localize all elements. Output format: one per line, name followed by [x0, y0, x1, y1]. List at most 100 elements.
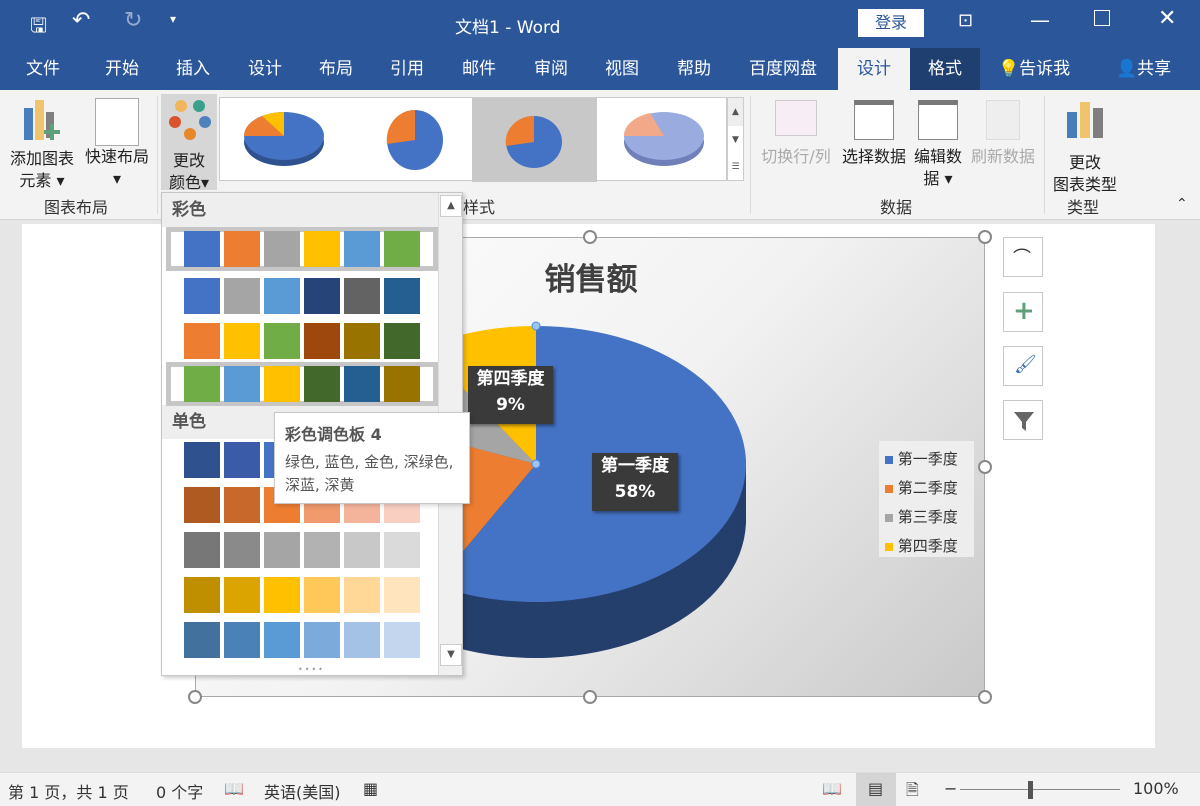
zoom-out-button[interactable]: −	[944, 779, 957, 798]
data-label-q4[interactable]: 第四季度 9%	[468, 366, 553, 424]
edit-data-label2: 据	[923, 169, 940, 188]
color-swatch	[224, 487, 260, 523]
color-swatch	[344, 231, 380, 267]
tab-help[interactable]: 帮助	[673, 48, 715, 90]
resize-handle-bottom[interactable]	[583, 690, 597, 704]
chart-filters-button[interactable]	[1003, 400, 1043, 440]
colorful-palette-2[interactable]	[166, 272, 438, 316]
collapse-ribbon-icon[interactable]: ⌃	[1176, 196, 1188, 212]
language[interactable]: 英语(美国)	[264, 779, 341, 803]
page-count[interactable]: 第 1 页，共 1 页	[8, 779, 129, 803]
print-layout-button[interactable]: ▤	[856, 773, 896, 806]
edit-data-icon	[918, 100, 958, 140]
resize-handle-top-right[interactable]	[978, 230, 992, 244]
color-swatch	[384, 278, 420, 314]
share-button[interactable]: 👤共享	[1112, 48, 1175, 90]
slice-selection-handle[interactable]	[531, 321, 541, 331]
style-thumb-2	[386, 109, 443, 170]
resize-handle-bottom-left[interactable]	[188, 690, 202, 704]
resize-handle-top[interactable]	[583, 230, 597, 244]
color-swatch	[264, 622, 300, 658]
colorful-palette-3[interactable]	[166, 317, 438, 361]
tab-insert[interactable]: 插入	[172, 48, 214, 90]
refresh-data-label: 刷新数据	[970, 147, 1035, 166]
change-color-label1: 更改	[172, 151, 205, 170]
refresh-data-button[interactable]: 刷新数据	[966, 100, 1040, 168]
color-swatch	[224, 323, 260, 359]
color-swatch	[184, 366, 220, 402]
add-chart-element-icon	[24, 100, 60, 140]
zoom-slider[interactable]	[960, 789, 1120, 790]
customize-qat-icon[interactable]: ▾	[170, 12, 176, 26]
chart-legend[interactable]: 第一季度 第二季度 第三季度 第四季度	[879, 441, 974, 557]
change-colors-button[interactable]: 更改 颜色▾	[161, 94, 217, 192]
tab-layout[interactable]: 布局	[315, 48, 357, 90]
maximize-icon[interactable]	[1094, 10, 1110, 26]
macro-icon[interactable]: ▦	[363, 779, 378, 798]
resize-grip-icon[interactable]: ••••	[298, 665, 325, 674]
monochromatic-palette-5[interactable]	[166, 616, 438, 660]
switch-row-column-button[interactable]: 切换行/列	[756, 100, 836, 168]
proofing-icon[interactable]: 📖	[224, 779, 244, 798]
scroll-down-icon[interactable]: ▼	[440, 644, 462, 666]
legend-item-q4: 第四季度	[885, 532, 968, 561]
tell-me[interactable]: 💡告诉我	[994, 48, 1074, 90]
layout-options-button[interactable]: ⌒	[1003, 237, 1043, 277]
colorful-palette-1[interactable]	[166, 227, 438, 271]
plus-icon: +	[1013, 296, 1035, 326]
data-label-q1[interactable]: 第一季度 58%	[592, 453, 678, 511]
quick-layout-button[interactable]: 快速布局 ▾	[80, 98, 154, 190]
monochromatic-palette-3[interactable]	[166, 526, 438, 570]
zoom-slider-thumb[interactable]	[1028, 781, 1033, 799]
undo-icon[interactable]: ↶	[72, 8, 90, 33]
gallery-scroll[interactable]: ▲ ▼ ☰	[727, 97, 744, 181]
resize-handle-right[interactable]	[978, 460, 992, 474]
color-swatch	[264, 532, 300, 568]
chart-style-thumbnails[interactable]	[220, 98, 728, 182]
brush-icon: 🖌	[1014, 354, 1037, 375]
ribbon-tabs: 文件 开始 插入 设计 布局 引用 邮件 审阅 视图 帮助 百度网盘 设计 格式…	[0, 48, 1200, 90]
chart-styles-button[interactable]: 🖌	[1003, 346, 1043, 386]
close-icon[interactable]: ✕	[1158, 6, 1176, 31]
tab-design[interactable]: 设计	[244, 48, 286, 90]
read-mode-icon[interactable]: 📖	[822, 779, 842, 798]
color-swatch	[344, 532, 380, 568]
tooltip-description: 绿色, 蓝色, 金色, 深绿色, 深蓝, 深黄	[285, 453, 454, 494]
color-swatch	[304, 278, 340, 314]
slice-selection-handle[interactable]	[531, 459, 541, 469]
login-button[interactable]: 登录	[858, 9, 924, 37]
chart-elements-button[interactable]: +	[1003, 292, 1043, 332]
tab-references[interactable]: 引用	[386, 48, 428, 90]
zoom-level[interactable]: 100%	[1133, 779, 1179, 798]
tab-mailings[interactable]: 邮件	[458, 48, 500, 90]
resize-handle-bottom-right[interactable]	[978, 690, 992, 704]
tab-home[interactable]: 开始	[101, 48, 143, 90]
refresh-data-icon	[986, 100, 1020, 140]
select-data-button[interactable]: 选择数据	[838, 100, 910, 168]
redo-icon[interactable]: ↻	[124, 8, 142, 33]
tab-chart-design[interactable]: 设计	[838, 48, 910, 90]
save-icon[interactable]: 🖫	[30, 11, 47, 45]
tab-view[interactable]: 视图	[601, 48, 643, 90]
minimize-icon[interactable]: —	[1030, 8, 1050, 32]
legend-item-q1: 第一季度	[885, 445, 968, 474]
color-swatch	[184, 487, 220, 523]
edit-data-button[interactable]: 编辑数据 ▾	[910, 100, 966, 190]
word-count[interactable]: 0 个字	[156, 779, 203, 803]
color-swatch	[304, 532, 340, 568]
section-colorful: 彩色	[162, 193, 438, 227]
change-chart-type-button[interactable]: 更改 图表类型	[1048, 100, 1122, 196]
tab-chart-format[interactable]: 格式	[910, 48, 980, 90]
color-swatch	[304, 231, 340, 267]
color-palette-icon	[169, 100, 211, 140]
tab-file[interactable]: 文件	[22, 48, 64, 90]
monochromatic-palette-4[interactable]	[166, 571, 438, 615]
colorful-palette-4[interactable]	[166, 362, 438, 406]
ribbon-display-icon[interactable]: ⊡	[958, 10, 973, 31]
add-element-label1: 添加图表	[9, 149, 74, 168]
tab-baidu-netdisk[interactable]: 百度网盘	[745, 48, 821, 90]
web-layout-icon[interactable]: 🗎	[906, 779, 919, 806]
tab-review[interactable]: 审阅	[530, 48, 572, 90]
add-chart-element-button[interactable]: 添加图表 元素 ▾	[4, 98, 80, 192]
scroll-up-icon[interactable]: ▲	[440, 195, 462, 217]
